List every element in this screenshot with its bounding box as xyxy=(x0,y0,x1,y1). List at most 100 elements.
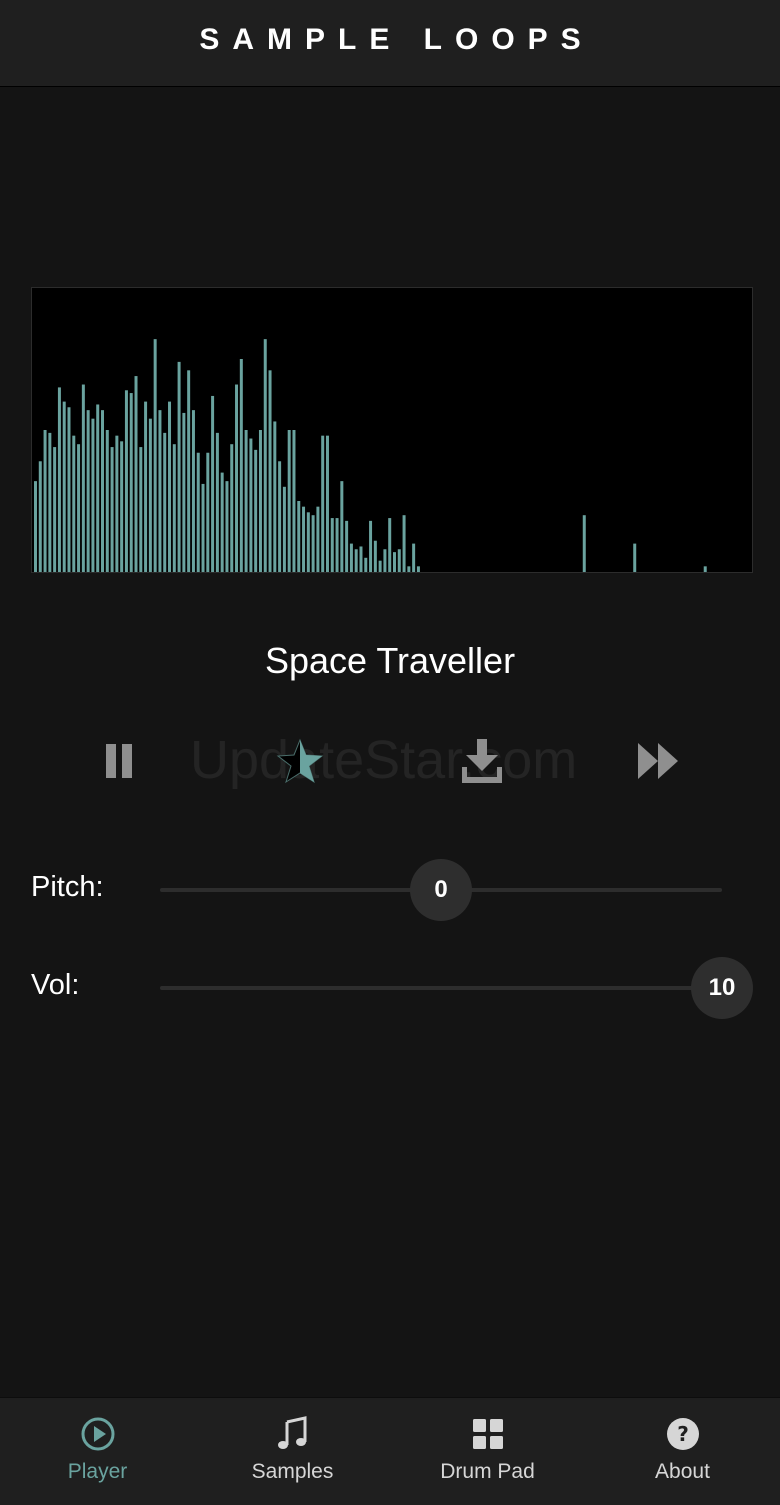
nav-label-player: Player xyxy=(67,1460,128,1483)
pitch-label: Pitch: xyxy=(31,871,104,903)
spectrum-bar xyxy=(302,506,306,572)
spectrum-bar xyxy=(407,566,411,572)
app-root: SAMPLE LOOPS Space Traveller UpdateStar.… xyxy=(0,0,780,1505)
spectrum-bar xyxy=(373,540,377,572)
spectrum-bars xyxy=(33,339,707,572)
spectrum-bar xyxy=(239,359,243,572)
spectrum-bar xyxy=(158,410,162,572)
download-icon xyxy=(462,739,502,783)
spectrum-bar xyxy=(244,430,248,572)
spectrum-bar xyxy=(139,447,143,572)
spectrum-bar xyxy=(416,566,420,572)
spectrum-bar xyxy=(196,452,200,572)
spectrum-bar xyxy=(297,501,301,572)
nav-label-about: About xyxy=(655,1460,710,1483)
volume-value: 10 xyxy=(708,974,736,1001)
spectrum-bar xyxy=(292,430,296,572)
spectrum-bar xyxy=(388,518,392,572)
spectrum-bar xyxy=(163,432,167,572)
nav-label-samples: Samples xyxy=(251,1460,334,1483)
spectrum-bar xyxy=(191,410,195,572)
spectrum-bar xyxy=(287,430,291,572)
pitch-slider-thumb[interactable]: 0 xyxy=(410,859,472,921)
player-controls: UpdateStar.com xyxy=(0,725,780,795)
app-title: SAMPLE LOOPS xyxy=(199,23,594,56)
spectrum-bar xyxy=(215,432,219,572)
spectrum-bar xyxy=(273,421,277,572)
spectrum-bar xyxy=(124,390,128,572)
spectrum-bar xyxy=(206,452,210,572)
volume-label: Vol: xyxy=(31,969,80,1001)
spectrum-bar xyxy=(225,481,229,572)
spectrum-bar xyxy=(220,472,224,572)
spectrum-bar xyxy=(148,418,152,572)
spectrum-bar xyxy=(86,410,90,572)
spectrum-bar xyxy=(306,512,310,572)
spectrum-bar xyxy=(392,552,396,572)
spectrum-bar xyxy=(182,412,186,572)
pause-icon xyxy=(106,744,132,778)
spectrum-bar xyxy=(120,441,124,572)
volume-slider-thumb[interactable]: 10 xyxy=(691,957,753,1019)
spectrum-bar xyxy=(345,520,349,572)
favorite-button[interactable] xyxy=(272,733,328,789)
spectrum-bar xyxy=(278,461,282,572)
pause-button[interactable] xyxy=(91,733,147,789)
spectrum-bar xyxy=(383,549,387,572)
spectrum-bar xyxy=(101,410,104,572)
spectrum-bar xyxy=(33,481,37,572)
spectrum-bar xyxy=(48,432,52,572)
spectrum-bar xyxy=(249,438,253,572)
pitch-slider-row: Pitch: 0 xyxy=(0,859,780,921)
spectrum-bar xyxy=(378,560,382,572)
spectrum-bar xyxy=(187,370,191,572)
spectrum-bar xyxy=(53,447,57,572)
fast-forward-icon xyxy=(638,743,678,779)
spectrum-bar xyxy=(38,461,42,572)
nav-item-player[interactable]: Player xyxy=(0,1398,195,1505)
grid-icon xyxy=(470,1416,506,1452)
audio-visualizer xyxy=(31,287,753,573)
spectrum-bar xyxy=(235,384,239,572)
play-circle-icon xyxy=(80,1416,116,1452)
spectrum-bar xyxy=(268,370,272,572)
spectrum-bar xyxy=(321,435,325,572)
spectrum-bar xyxy=(282,486,286,572)
spectrum-bar xyxy=(43,430,47,572)
spectrum-bar xyxy=(134,376,138,572)
svg-text:?: ? xyxy=(677,1422,689,1446)
spectrum-bar xyxy=(96,404,100,572)
spectrum-bar xyxy=(211,395,215,572)
spectrum-bar xyxy=(364,557,368,572)
spectrum-bar xyxy=(201,483,205,572)
spectrum-bar xyxy=(703,566,707,572)
help-circle-icon: ? xyxy=(665,1416,701,1452)
spectrum-bar xyxy=(258,430,262,572)
nav-item-drum-pad[interactable]: Drum Pad xyxy=(390,1398,585,1505)
nav-label-drum-pad: Drum Pad xyxy=(440,1460,535,1483)
spectrum-bar xyxy=(115,435,119,572)
spectrum-bar xyxy=(254,449,258,572)
app-header: SAMPLE LOOPS xyxy=(0,0,780,87)
spectrum-bar xyxy=(91,418,95,572)
spectrum-bar xyxy=(330,518,334,572)
volume-slider-track[interactable] xyxy=(160,986,722,990)
nav-item-samples[interactable]: Samples xyxy=(195,1398,390,1505)
nav-item-about[interactable]: ? About xyxy=(585,1398,780,1505)
download-button[interactable] xyxy=(454,733,510,789)
spectrum-bar xyxy=(349,543,353,572)
spectrum-bar xyxy=(325,435,329,572)
spectrum-bar xyxy=(397,549,401,572)
spectrum-bar xyxy=(57,387,61,572)
spectrum-bar xyxy=(316,506,320,572)
spectrum-bar xyxy=(412,543,416,572)
spectrum-bar xyxy=(129,393,133,572)
volume-slider-row: Vol: 10 xyxy=(0,957,780,1019)
spectrum-bar xyxy=(72,435,76,572)
watermark-text: UpdateStar.com xyxy=(190,730,578,790)
spectrum-bar xyxy=(633,543,637,572)
spectrum-bar xyxy=(62,401,66,572)
track-title: Space Traveller xyxy=(264,640,516,681)
music-note-icon xyxy=(275,1416,311,1452)
next-button[interactable] xyxy=(630,733,686,789)
